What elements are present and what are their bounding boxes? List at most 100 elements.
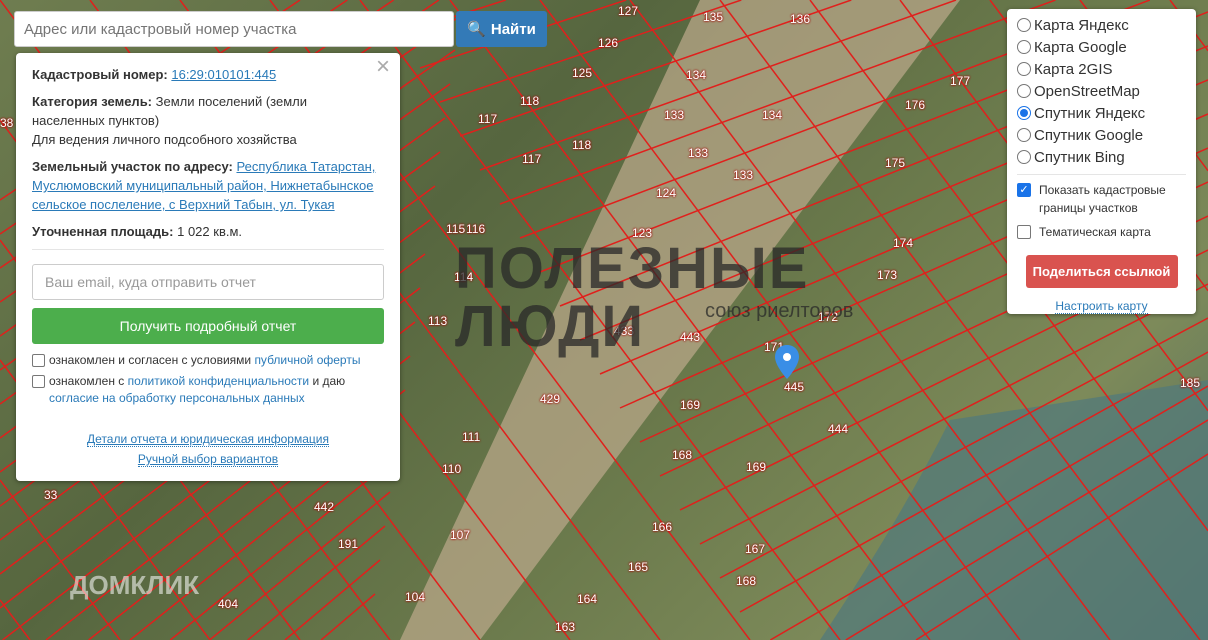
map-layers-panel: Карта Яндекс Карта Google Карта 2GIS OpenSt… xyxy=(1007,9,1196,314)
manual-choice-link[interactable]: Ручной выбор вариантов xyxy=(137,452,279,467)
show-borders-label: Показать кадастровые границы участков xyxy=(1039,183,1166,215)
watermark-sub: союз риелторов xyxy=(705,300,854,322)
parcel-number[interactable]: 133 xyxy=(688,146,708,160)
parcel-number[interactable]: 135 xyxy=(703,10,723,24)
radio-button[interactable] xyxy=(1017,18,1031,32)
parcel-number[interactable]: 445 xyxy=(784,380,804,394)
parcel-number[interactable]: 38 xyxy=(0,116,13,130)
parcel-number[interactable]: 110 xyxy=(442,462,461,476)
thematic-checkbox[interactable] xyxy=(1017,225,1031,239)
parcel-number[interactable]: 33 xyxy=(44,488,57,502)
parcel-number[interactable]: 444 xyxy=(828,422,848,436)
agree2-mid: и даю xyxy=(309,374,346,388)
parcel-number[interactable]: 169 xyxy=(680,398,700,412)
layer-option-label: Спутник Google xyxy=(1034,126,1144,144)
cad-label: Кадастровый номер: xyxy=(32,67,168,82)
address: Земельный участок по адресу: Республика … xyxy=(32,157,384,214)
parcel-number[interactable]: 127 xyxy=(618,4,638,18)
parcel-number[interactable]: 168 xyxy=(736,574,756,588)
layer-option-label: OpenStreetMap xyxy=(1034,82,1140,100)
radio-button[interactable] xyxy=(1017,150,1031,164)
parcel-number[interactable]: 167 xyxy=(745,542,765,556)
offer-link[interactable]: публичной оферты xyxy=(254,353,360,367)
parcel-number[interactable]: 133 xyxy=(733,168,753,182)
search-icon: 🔍 xyxy=(467,21,486,38)
layer-option[interactable]: Спутник Яндекс xyxy=(1017,102,1186,124)
radio-button[interactable] xyxy=(1017,106,1031,120)
get-report-button[interactable]: Получить подробный отчет xyxy=(32,308,384,344)
parcel-number[interactable]: 176 xyxy=(905,98,925,112)
share-link-button[interactable]: Поделиться ссылкой xyxy=(1025,255,1178,288)
parcel-number[interactable]: 116 xyxy=(466,222,485,236)
details-link[interactable]: Детали отчета и юридическая информация xyxy=(87,432,329,447)
land-category: Категория земель: Земли поселений (земли… xyxy=(32,92,352,149)
parcel-number[interactable]: 429 xyxy=(540,392,560,406)
configure-map-link[interactable]: Настроить карту xyxy=(1055,299,1148,314)
parcel-number[interactable]: 169 xyxy=(746,460,766,474)
parcel-info-panel: × Кадастровый номер: 16:29:010101:445 Ка… xyxy=(16,53,400,481)
radio-button[interactable] xyxy=(1017,62,1031,76)
close-icon[interactable]: × xyxy=(376,55,390,79)
parcel-number[interactable]: 165 xyxy=(628,560,648,574)
land-use: Для ведения личного подсобного хозяйства xyxy=(32,132,297,147)
radio-button[interactable] xyxy=(1017,128,1031,142)
parcel-number[interactable]: 104 xyxy=(405,590,425,604)
parcel-number[interactable]: 117 xyxy=(478,112,497,126)
layer-option-label: Карта 2GIS xyxy=(1034,60,1113,78)
area: Уточненная площадь: 1 022 кв.м. xyxy=(32,222,384,241)
layer-option[interactable]: Карта 2GIS xyxy=(1017,58,1186,80)
parcel-number[interactable]: 175 xyxy=(885,156,905,170)
parcel-number[interactable]: 177 xyxy=(950,74,970,88)
radio-button[interactable] xyxy=(1017,84,1031,98)
consent-link[interactable]: согласие на обработку персональных данны… xyxy=(49,391,305,405)
parcel-number[interactable]: 118 xyxy=(520,94,539,108)
parcel-number[interactable]: 125 xyxy=(572,66,592,80)
parcel-number[interactable]: 124 xyxy=(656,186,676,200)
parcel-number[interactable]: 164 xyxy=(577,592,597,606)
parcel-number[interactable]: 113 xyxy=(428,314,447,328)
parcel-number[interactable]: 134 xyxy=(762,108,782,122)
parcel-number[interactable]: 126 xyxy=(598,36,618,50)
cat-label: Категория земель: xyxy=(32,94,153,109)
watermark-logo: ПОЛЕЗНЫЕ ЛЮДИ xyxy=(455,236,810,359)
cadastral-number: Кадастровый номер: 16:29:010101:445 xyxy=(32,65,384,84)
parcel-number[interactable]: 191 xyxy=(338,537,358,551)
parcel-number[interactable]: 404 xyxy=(218,597,238,611)
parcel-number[interactable]: 442 xyxy=(314,500,334,514)
area-label: Уточненная площадь: xyxy=(32,224,174,239)
parcel-number[interactable]: 136 xyxy=(790,12,810,26)
domclick-watermark: ДОМКЛИК xyxy=(70,570,200,600)
parcel-number[interactable]: 174 xyxy=(893,236,913,250)
cad-number-link[interactable]: 16:29:010101:445 xyxy=(171,67,276,82)
thematic-label: Тематическая карта xyxy=(1039,225,1151,239)
parcel-number[interactable]: 107 xyxy=(450,528,470,542)
layer-option[interactable]: Спутник Bing xyxy=(1017,146,1186,168)
parcel-number[interactable]: 168 xyxy=(672,448,692,462)
parcel-number[interactable]: 173 xyxy=(877,268,897,282)
parcel-number[interactable]: 117 xyxy=(522,152,541,166)
parcel-number[interactable]: 115 xyxy=(446,222,465,236)
layer-option-label: Спутник Bing xyxy=(1034,148,1125,166)
parcel-number[interactable]: 134 xyxy=(686,68,706,82)
area-value: 1 022 кв.м. xyxy=(177,224,243,239)
parcel-number[interactable]: 163 xyxy=(555,620,575,634)
privacy-checkbox[interactable] xyxy=(32,375,45,388)
map-pin-icon[interactable] xyxy=(775,345,799,379)
radio-button[interactable] xyxy=(1017,40,1031,54)
layer-option[interactable]: Карта Google xyxy=(1017,36,1186,58)
parcel-number[interactable]: 185 xyxy=(1180,376,1200,390)
layer-option[interactable]: Спутник Google xyxy=(1017,124,1186,146)
search-button[interactable]: 🔍 Найти xyxy=(456,11,547,47)
email-input[interactable]: Ваш email, куда отправить отчет xyxy=(32,264,384,300)
offer-checkbox[interactable] xyxy=(32,354,45,367)
parcel-number[interactable]: 166 xyxy=(652,520,672,534)
show-borders-checkbox[interactable]: ✓ xyxy=(1017,183,1031,197)
privacy-link[interactable]: политикой конфиденциальности xyxy=(128,374,309,388)
layer-option-label: Спутник Яндекс xyxy=(1034,104,1146,122)
parcel-number[interactable]: 118 xyxy=(572,138,591,152)
layer-option[interactable]: OpenStreetMap xyxy=(1017,80,1186,102)
search-input[interactable] xyxy=(14,11,454,47)
parcel-number[interactable]: 111 xyxy=(462,430,480,444)
layer-option[interactable]: Карта Яндекс xyxy=(1017,14,1186,36)
parcel-number[interactable]: 133 xyxy=(664,108,684,122)
